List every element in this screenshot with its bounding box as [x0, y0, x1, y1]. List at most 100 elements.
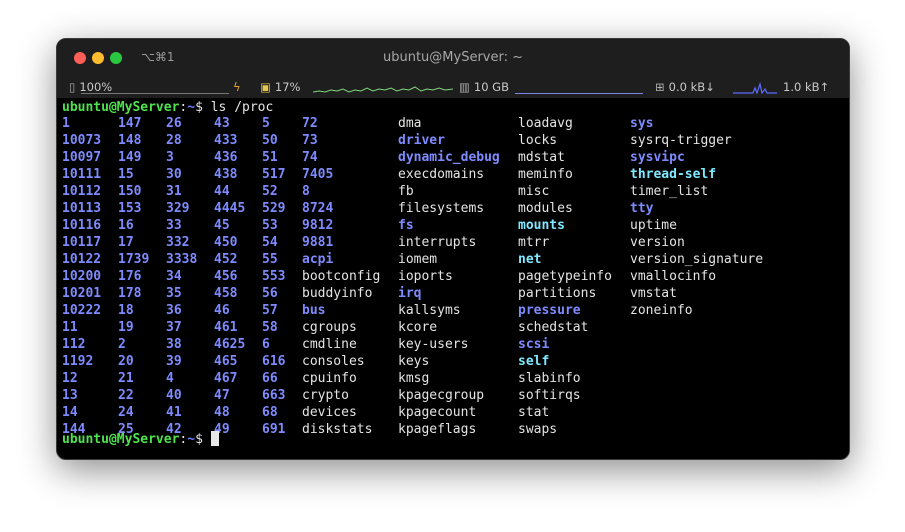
- proc-entry-num: 40: [166, 388, 182, 403]
- proc-entry-num: 153: [118, 201, 142, 216]
- net-up-value: 1.0 kB↑: [783, 80, 830, 94]
- title-bar: ⌥⌘1 ubuntu@MyServer: ~: [57, 39, 849, 77]
- proc-entry-file: slabinfo: [518, 371, 581, 386]
- proc-entry-file: bootconfig: [302, 269, 381, 284]
- proc-entry-file: swaps: [518, 422, 558, 437]
- proc-entry-file: pagetypeinfo: [518, 269, 612, 284]
- memory-value: 10 GB: [473, 80, 509, 94]
- proc-entry-dir: acpi: [302, 252, 334, 267]
- proc-entry-file: dma: [398, 116, 422, 131]
- proc-entry-num: 6: [262, 337, 270, 352]
- proc-entry-num: 10201: [62, 286, 102, 301]
- proc-entry-num: 44: [214, 184, 230, 199]
- proc-entry-num: 4: [166, 371, 174, 386]
- window-title: ubuntu@MyServer: ~: [382, 50, 524, 65]
- proc-entry-num: 9881: [302, 235, 334, 250]
- proc-entry-link: mounts: [518, 218, 565, 233]
- proc-entry-num: 10122: [62, 252, 102, 267]
- terminal-window: ⌥⌘1 ubuntu@MyServer: ~ ▯ 100% ϟ ▣ 17% ▥ 10 …: [56, 38, 850, 460]
- proc-entry-num: 452: [214, 252, 238, 267]
- proc-entry-num: 46: [214, 303, 230, 318]
- proc-entry-num: 50: [262, 133, 278, 148]
- proc-entry-dir: tty: [630, 201, 654, 216]
- proc-entry-num: 332: [166, 235, 190, 250]
- proc-entry-file: kpageflags: [398, 422, 477, 437]
- net-down-status: ⊞ 0.0 kB↓: [655, 80, 715, 94]
- proc-entry-num: 31: [166, 184, 182, 199]
- proc-entry-num: 52: [262, 184, 278, 199]
- proc-entry-file: kcore: [398, 320, 438, 335]
- proc-entry-num: 147: [118, 116, 142, 131]
- proc-entry-num: 3: [166, 150, 174, 165]
- proc-entry-num: 10112: [62, 184, 102, 199]
- proc-entry-file: kpagecount: [398, 405, 477, 420]
- proc-entry-num: 47: [214, 388, 230, 403]
- proc-entry-num: 54: [262, 235, 278, 250]
- proc-entry-file: schedstat: [518, 320, 589, 335]
- proc-entry-num: 433: [214, 133, 238, 148]
- proc-entry-num: 1: [62, 116, 70, 131]
- proc-entry-num: 53: [262, 218, 278, 233]
- proc-entry-num: 148: [118, 133, 142, 148]
- proc-entry-file: cmdline: [302, 337, 357, 352]
- proc-entry-num: 149: [118, 150, 142, 165]
- proc-entry-file: interrupts: [398, 235, 477, 250]
- proc-entry-dir: bus: [302, 303, 326, 318]
- proc-entry-num: 436: [214, 150, 238, 165]
- proc-entry-num: 58: [262, 320, 278, 335]
- prompt-user: ubuntu@MyServer: [62, 432, 180, 447]
- proc-entry-dir: sys: [630, 116, 654, 131]
- proc-entry-num: 458: [214, 286, 238, 301]
- proc-entry-num: 14: [62, 405, 78, 420]
- proc-entry-file: modules: [518, 201, 573, 216]
- proc-entry-dir: irq: [398, 286, 422, 301]
- proc-entry-num: 68: [262, 405, 278, 420]
- command-text: ls /proc: [210, 100, 274, 115]
- proc-entry-file: consoles: [302, 354, 365, 369]
- proc-entry-num: 21: [118, 371, 134, 386]
- proc-entry-num: 112: [62, 337, 86, 352]
- prompt-user: ubuntu@MyServer: [62, 100, 180, 115]
- cpu-icon: ▣: [260, 80, 271, 94]
- proc-entry-file: crypto: [302, 388, 349, 403]
- proc-entry-file: devices: [302, 405, 357, 420]
- net-sparkline: [733, 81, 777, 94]
- proc-entry-num: 10111: [62, 167, 102, 182]
- proc-entry-num: 178: [118, 286, 142, 301]
- proc-entry-file: fb: [398, 184, 414, 199]
- proc-entry-dir: scsi: [518, 337, 550, 352]
- proc-entry-file: filesystems: [398, 201, 485, 216]
- proc-entry-file: misc: [518, 184, 550, 199]
- proc-entry-num: 48: [214, 405, 230, 420]
- active-prompt-line[interactable]: ubuntu@MyServer:~$: [62, 431, 219, 448]
- proc-entry-num: 329: [166, 201, 190, 216]
- proc-entry-num: 450: [214, 235, 238, 250]
- proc-entry-num: 30: [166, 167, 182, 182]
- proc-entry-file: buddyinfo: [302, 286, 373, 301]
- proc-entry-num: 553: [262, 269, 286, 284]
- proc-entry-num: 56: [262, 286, 278, 301]
- proc-entry-num: 529: [262, 201, 286, 216]
- net-down-value: 0.0 kB↓: [668, 80, 715, 94]
- proc-entry-num: 10222: [62, 303, 102, 318]
- proc-entry-num: 11: [62, 320, 78, 335]
- proc-entry-num: 150: [118, 184, 142, 199]
- command-line: ubuntu@MyServer:~$ ls /proc: [62, 99, 273, 116]
- proc-entry-file: cpuinfo: [302, 371, 357, 386]
- prompt-dollar: $: [195, 432, 211, 447]
- proc-entry-num: 10097: [62, 150, 102, 165]
- charging-icon: ϟ: [233, 80, 241, 94]
- proc-entry-file: vmstat: [630, 286, 677, 301]
- proc-entry-num: 1739: [118, 252, 150, 267]
- proc-entry-num: 18: [118, 303, 134, 318]
- proc-entry-num: 55: [262, 252, 278, 267]
- proc-entry-file: meminfo: [518, 167, 573, 182]
- memory-icon: ▥: [459, 80, 470, 94]
- proc-entry-num: 41: [166, 405, 182, 420]
- proc-entry-num: 51: [262, 150, 278, 165]
- proc-entry-num: 73: [302, 133, 318, 148]
- proc-entry-num: 456: [214, 269, 238, 284]
- proc-entry-file: mdstat: [518, 150, 565, 165]
- proc-entry-link: self: [518, 354, 550, 369]
- memory-status: ▥ 10 GB: [459, 80, 509, 94]
